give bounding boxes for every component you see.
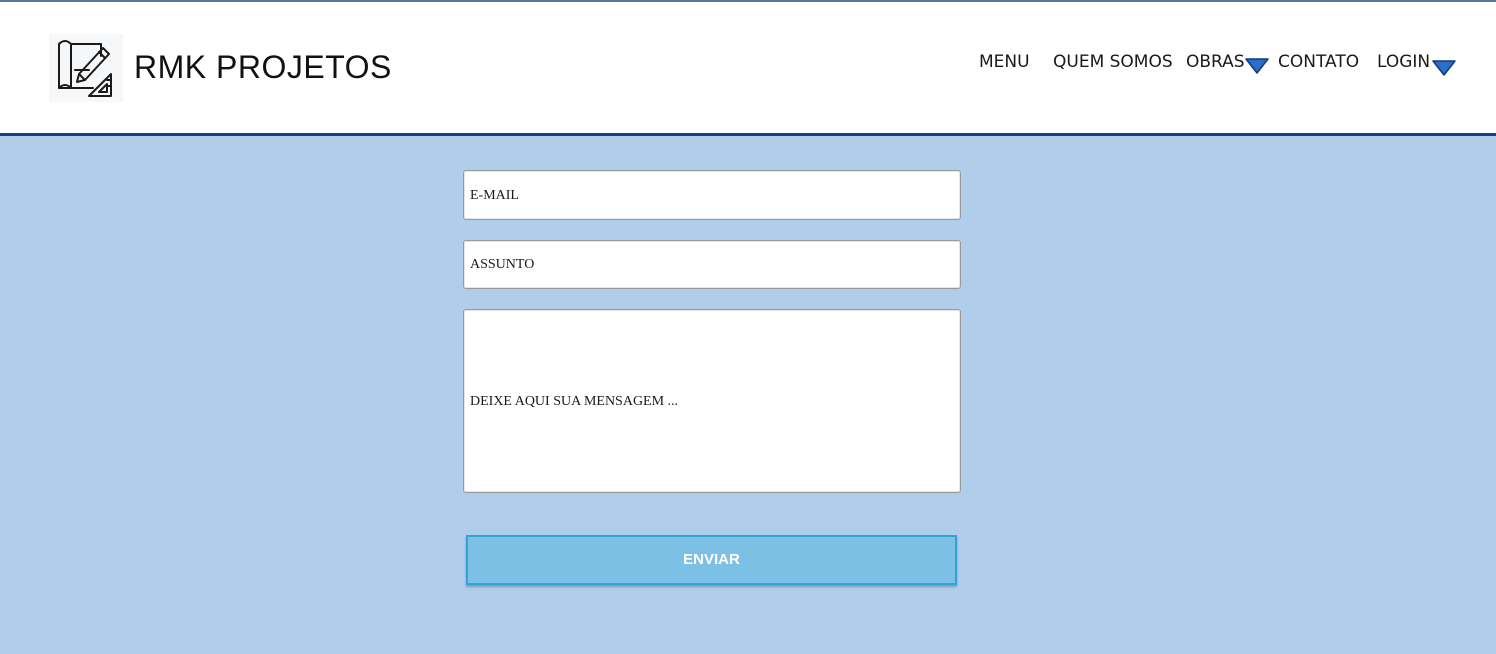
nav-item-menu[interactable]: MENU — [979, 50, 1030, 74]
email-field[interactable]: E-MAIL — [463, 170, 961, 220]
main-nav: MENU QUEM SOMOS OBRAS CONTATO LOGIN — [0, 50, 1496, 80]
nav-item-login[interactable]: LOGIN — [1377, 50, 1430, 74]
send-button-label: ENVIAR — [683, 551, 740, 568]
subject-field[interactable]: ASSUNTO — [463, 240, 961, 289]
nav-item-quem-somos[interactable]: QUEM SOMOS — [1053, 50, 1173, 74]
message-textarea[interactable]: DEIXE AQUI SUA MENSAGEM ... — [463, 309, 961, 493]
obras-dropdown-icon[interactable] — [1245, 58, 1269, 74]
send-button[interactable]: ENVIAR — [466, 535, 957, 585]
subject-field-text: ASSUNTO — [470, 257, 535, 272]
site-header: RMK PROJETOS MENU QUEM SOMOS OBRAS CONTA… — [0, 2, 1496, 136]
email-field-text: E-MAIL — [470, 188, 519, 203]
login-dropdown-icon[interactable] — [1432, 60, 1456, 76]
nav-item-obras[interactable]: OBRAS — [1186, 50, 1245, 74]
nav-item-contato[interactable]: CONTATO — [1278, 50, 1359, 74]
message-textarea-text: DEIXE AQUI SUA MENSAGEM ... — [470, 394, 679, 409]
